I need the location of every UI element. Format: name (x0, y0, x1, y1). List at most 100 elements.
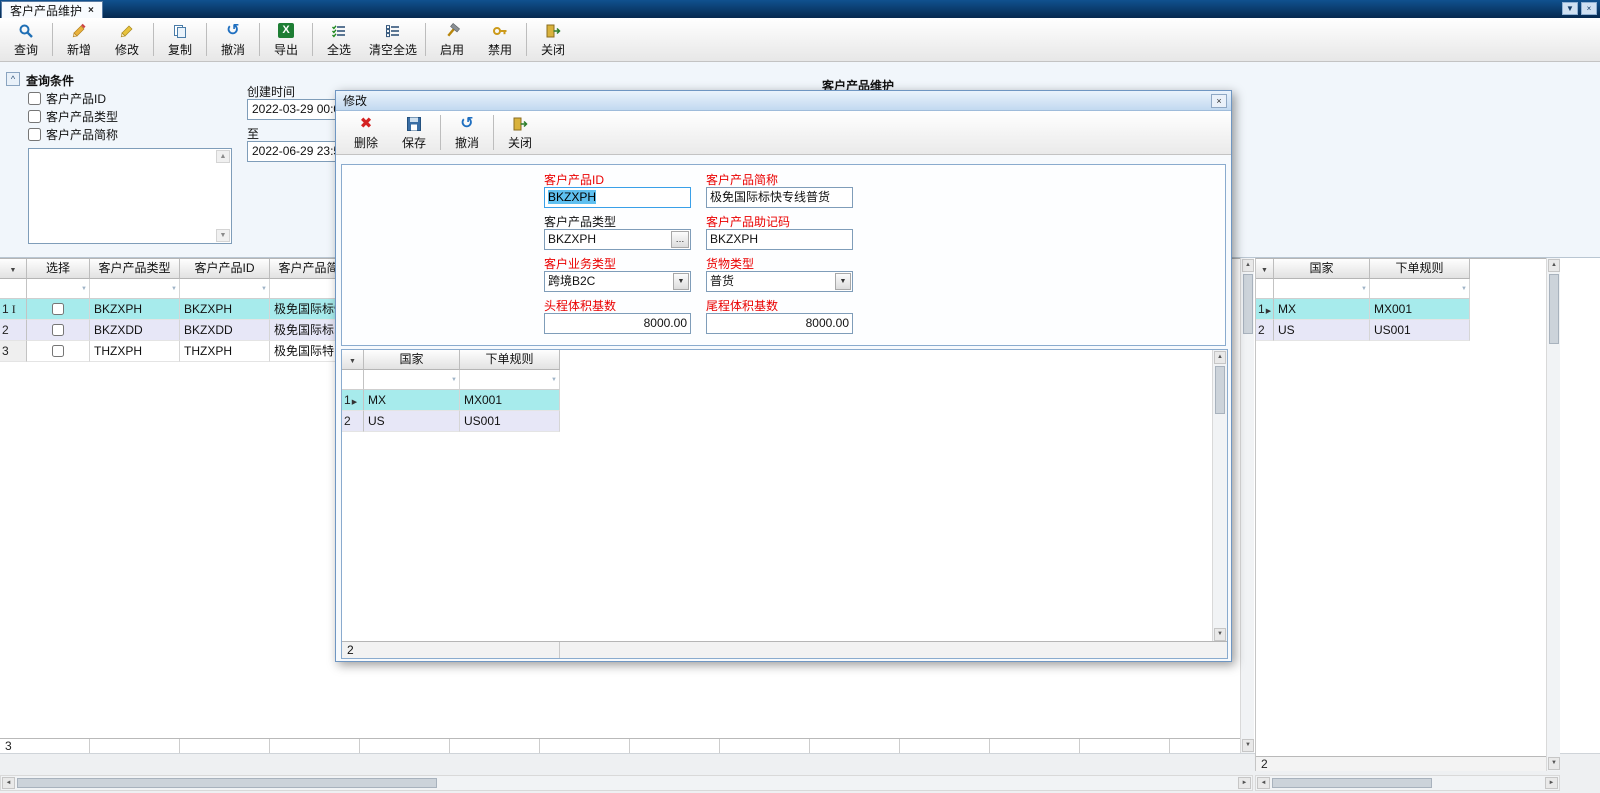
row-id-cell[interactable]: BKZXDD (180, 320, 270, 341)
right-grid-horizontal-scrollbar[interactable]: ◄ ► (1255, 775, 1560, 791)
dialog-undo-button[interactable]: ↺ 撤消 (443, 111, 491, 154)
check-product-id[interactable]: 客户产品ID (28, 90, 106, 106)
scroll-right-icon[interactable]: ► (1545, 777, 1558, 789)
collapse-panel-icon[interactable]: ^ (6, 72, 20, 86)
business-type-select[interactable]: 跨境B2C ▼ (544, 271, 691, 292)
scroll-up-icon[interactable]: ▲ (1214, 351, 1226, 364)
row-type-cell[interactable]: BKZXDD (90, 320, 180, 341)
table-row[interactable]: 2 US US001 (342, 411, 1227, 432)
undo-button[interactable]: ↺ 撤消 (209, 19, 257, 60)
row-rule-cell[interactable]: MX001 (1370, 299, 1470, 320)
table-row[interactable]: 1▶ MX MX001 (1256, 299, 1546, 320)
filter-rule-cell[interactable]: ▼ (460, 370, 560, 390)
enable-button[interactable]: 启用 (428, 19, 476, 60)
row-rule-cell[interactable]: MX001 (460, 390, 560, 411)
row-country-cell[interactable]: MX (1274, 299, 1370, 320)
scroll-down-icon[interactable]: ▼ (1214, 628, 1226, 641)
last-leg-volume-input[interactable]: 8000.00 (706, 313, 853, 334)
check-product-name[interactable]: 客户产品简称 (28, 126, 118, 142)
disable-button[interactable]: 禁用 (476, 19, 524, 60)
cargo-type-select[interactable]: 普货 ▼ (706, 271, 853, 292)
header-country[interactable]: 国家 (364, 350, 460, 370)
scroll-thumb[interactable] (17, 778, 437, 788)
row-select-cell[interactable] (27, 299, 90, 320)
clear-selection-button[interactable]: 清空全选 (363, 19, 423, 60)
dropdown-arrow-icon[interactable]: ▼ (673, 273, 689, 290)
scroll-up-icon[interactable]: ▲ (216, 150, 230, 163)
scroll-thumb[interactable] (1549, 274, 1559, 344)
table-row[interactable]: 1▶ MX MX001 (342, 390, 1227, 411)
filter-select-cell[interactable]: ▼ (27, 279, 90, 299)
filter-type-cell[interactable]: ▼ (90, 279, 180, 299)
row-rule-cell[interactable]: US001 (460, 411, 560, 432)
filter-rule-cell[interactable]: ▼ (1370, 279, 1470, 299)
query-button[interactable]: 查询 (2, 19, 50, 60)
header-rule[interactable]: 下单规则 (460, 350, 560, 370)
scroll-left-icon[interactable]: ◄ (1257, 777, 1270, 789)
scroll-up-icon[interactable]: ▲ (1242, 259, 1254, 272)
header-country[interactable]: 国家 (1274, 259, 1370, 279)
scroll-up-icon[interactable]: ▲ (1548, 259, 1560, 272)
row-id-cell[interactable]: BKZXPH (180, 299, 270, 320)
window-minimize-button[interactable]: ▼ (1562, 2, 1578, 15)
header-rule[interactable]: 下单规则 (1370, 259, 1470, 279)
table-row[interactable]: 2 US US001 (1256, 320, 1546, 341)
scroll-thumb[interactable] (1215, 366, 1225, 414)
left-grid-horizontal-scrollbar[interactable]: ◄ ► (0, 775, 1253, 791)
row-country-cell[interactable]: US (1274, 320, 1370, 341)
header-select[interactable]: 选择 (27, 259, 90, 279)
header-product-type[interactable]: 客户产品类型 (90, 259, 180, 279)
save-button[interactable]: 保存 (390, 111, 438, 154)
left-grid-vertical-scrollbar[interactable]: ▲ ▼ (1240, 258, 1254, 753)
dialog-grid-vertical-scrollbar[interactable]: ▲ ▼ (1212, 350, 1227, 642)
scroll-right-icon[interactable]: ► (1238, 777, 1251, 789)
product-name-input[interactable]: 极免国际标快专线普货 (706, 187, 853, 208)
modify-button[interactable]: 修改 (103, 19, 151, 60)
header-indicator-cell[interactable]: ▼ (342, 350, 364, 370)
window-close-button[interactable]: × (1581, 2, 1597, 15)
product-type-input[interactable]: BKZXPH … (544, 229, 691, 250)
scroll-down-icon[interactable]: ▼ (216, 229, 230, 242)
scroll-thumb[interactable] (1243, 274, 1253, 334)
check-product-name-box[interactable] (28, 127, 41, 141)
filter-country-cell[interactable]: ▼ (364, 370, 460, 390)
dropdown-arrow-icon[interactable]: ▼ (835, 273, 851, 290)
row-id-cell[interactable]: THZXPH (180, 341, 270, 362)
mnemonic-code-input[interactable]: BKZXPH (706, 229, 853, 250)
row-select-cell[interactable] (27, 341, 90, 362)
export-button[interactable]: X 导出 (262, 19, 310, 60)
copy-button[interactable]: 复制 (156, 19, 204, 60)
browse-ellipsis-button[interactable]: … (671, 231, 689, 248)
row-select-cell[interactable] (27, 320, 90, 341)
header-indicator-cell[interactable]: ▼ (1256, 259, 1274, 279)
row-type-cell[interactable]: BKZXPH (90, 299, 180, 320)
row-checkbox[interactable] (52, 324, 64, 336)
query-value-textarea[interactable]: ▲ ▼ (28, 148, 232, 244)
header-indicator-cell[interactable]: ▼ (0, 259, 27, 279)
scroll-down-icon[interactable]: ▼ (1548, 757, 1560, 770)
filter-id-cell[interactable]: ▼ (180, 279, 270, 299)
delete-button[interactable]: ✖ 删除 (342, 111, 390, 154)
check-product-type[interactable]: 客户产品类型 (28, 108, 118, 124)
row-type-cell[interactable]: THZXPH (90, 341, 180, 362)
row-country-cell[interactable]: US (364, 411, 460, 432)
row-checkbox[interactable] (52, 345, 64, 357)
close-button[interactable]: 关闭 (529, 19, 577, 60)
check-product-type-box[interactable] (28, 109, 41, 123)
check-product-id-box[interactable] (28, 91, 41, 105)
select-all-button[interactable]: 全选 (315, 19, 363, 60)
header-product-id[interactable]: 客户产品ID (180, 259, 270, 279)
scroll-down-icon[interactable]: ▼ (1242, 739, 1254, 752)
scroll-left-icon[interactable]: ◄ (2, 777, 15, 789)
dialog-close-button[interactable]: 关闭 (496, 111, 544, 154)
scroll-thumb[interactable] (1272, 778, 1432, 788)
row-country-cell[interactable]: MX (364, 390, 460, 411)
dialog-close-icon[interactable]: × (1211, 94, 1227, 108)
tab-close-icon[interactable]: × (88, 5, 94, 16)
add-button[interactable]: 新增 (55, 19, 103, 60)
product-id-input[interactable]: BKZXPH (544, 187, 691, 208)
tab-customer-product[interactable]: 客户产品维护 × (1, 1, 103, 18)
first-leg-volume-input[interactable]: 8000.00 (544, 313, 691, 334)
row-checkbox[interactable] (52, 303, 64, 315)
right-grid-vertical-scrollbar[interactable]: ▲ ▼ (1546, 258, 1560, 771)
